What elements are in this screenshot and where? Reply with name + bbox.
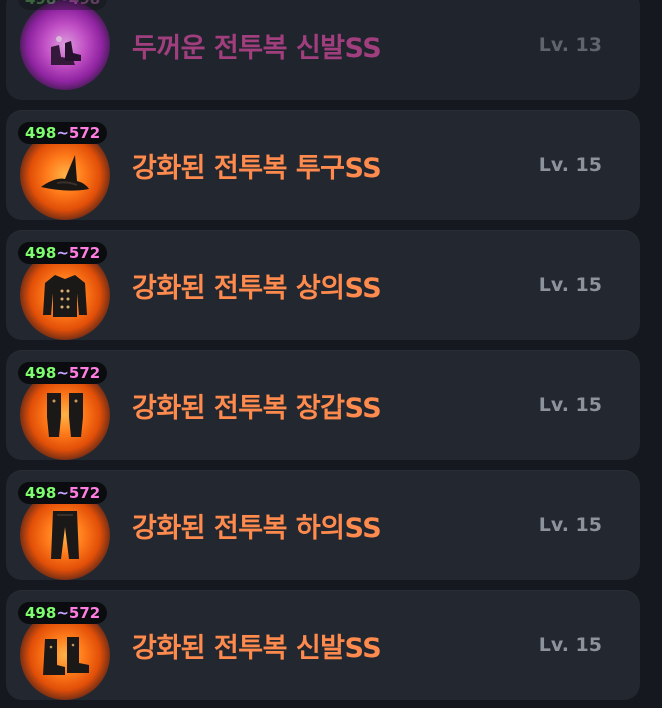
range-separator: ~ xyxy=(56,364,69,382)
list-item[interactable]: 498~572 강화된 전투복 신발SS Lv. 15 xyxy=(6,590,640,700)
range-low: 498 xyxy=(25,364,57,382)
gloves-icon xyxy=(47,393,83,437)
stat-range-badge: 498~572 xyxy=(18,602,108,624)
item-level: Lv. 13 xyxy=(538,34,602,56)
range-low: 498 xyxy=(25,244,57,262)
equipment-list: 498~498 두꺼운 전투복 신발SS Lv. 13 498~572 강화된 … xyxy=(0,0,662,708)
item-name: 강화된 전투복 투구SS xyxy=(132,152,382,184)
range-high: 572 xyxy=(68,604,101,622)
stat-range-badge: 498~572 xyxy=(18,242,108,264)
item-level: Lv. 15 xyxy=(538,394,602,416)
range-low: 498 xyxy=(25,484,57,502)
range-high: 572 xyxy=(68,484,101,502)
stat-range-badge: 498~498 xyxy=(18,0,108,10)
item-name: 강화된 전투복 신발SS xyxy=(132,632,382,664)
jacket-icon xyxy=(43,275,87,317)
item-name: 강화된 전투복 하의SS xyxy=(132,512,382,544)
range-separator: ~ xyxy=(56,604,69,622)
item-icon xyxy=(20,0,110,90)
pants-icon xyxy=(51,511,79,559)
item-level: Lv. 15 xyxy=(538,634,602,656)
range-low: 498 xyxy=(25,604,57,622)
stat-range-badge: 498~572 xyxy=(18,122,108,144)
range-low: 498 xyxy=(25,124,57,142)
range-high: 572 xyxy=(68,124,101,142)
range-separator: ~ xyxy=(56,244,69,262)
item-level: Lv. 15 xyxy=(538,274,602,296)
list-item[interactable]: 498~572 강화된 전투복 하의SS Lv. 15 xyxy=(6,470,640,580)
list-item[interactable]: 498~572 강화된 전투복 장갑SS Lv. 15 xyxy=(6,350,640,460)
range-high: 498 xyxy=(69,0,100,8)
range-separator: ~ xyxy=(56,124,69,142)
stat-range-badge: 498~572 xyxy=(18,482,108,504)
list-item[interactable]: 498~572 강화된 전투복 상의SS Lv. 15 xyxy=(6,230,640,340)
stat-range-badge: 498~572 xyxy=(18,362,108,384)
list-item[interactable]: 498~572 강화된 전투복 투구SS Lv. 15 xyxy=(6,110,640,220)
item-name: 강화된 전투복 장갑SS xyxy=(132,392,382,424)
item-name: 두꺼운 전투복 신발SS xyxy=(132,32,382,64)
item-level: Lv. 15 xyxy=(538,154,602,176)
range-low: 498 xyxy=(25,0,56,8)
range-high: 572 xyxy=(68,244,101,262)
item-level: Lv. 15 xyxy=(538,514,602,536)
item-name: 강화된 전투복 상의SS xyxy=(132,272,382,304)
helmet-icon xyxy=(41,155,89,191)
boots-icon xyxy=(43,637,89,675)
range-high: 572 xyxy=(68,364,101,382)
range-separator: ~ xyxy=(56,0,69,8)
shoes-icon xyxy=(51,36,81,65)
range-separator: ~ xyxy=(56,484,69,502)
list-item[interactable]: 498~498 두꺼운 전투복 신발SS Lv. 13 xyxy=(6,0,640,100)
